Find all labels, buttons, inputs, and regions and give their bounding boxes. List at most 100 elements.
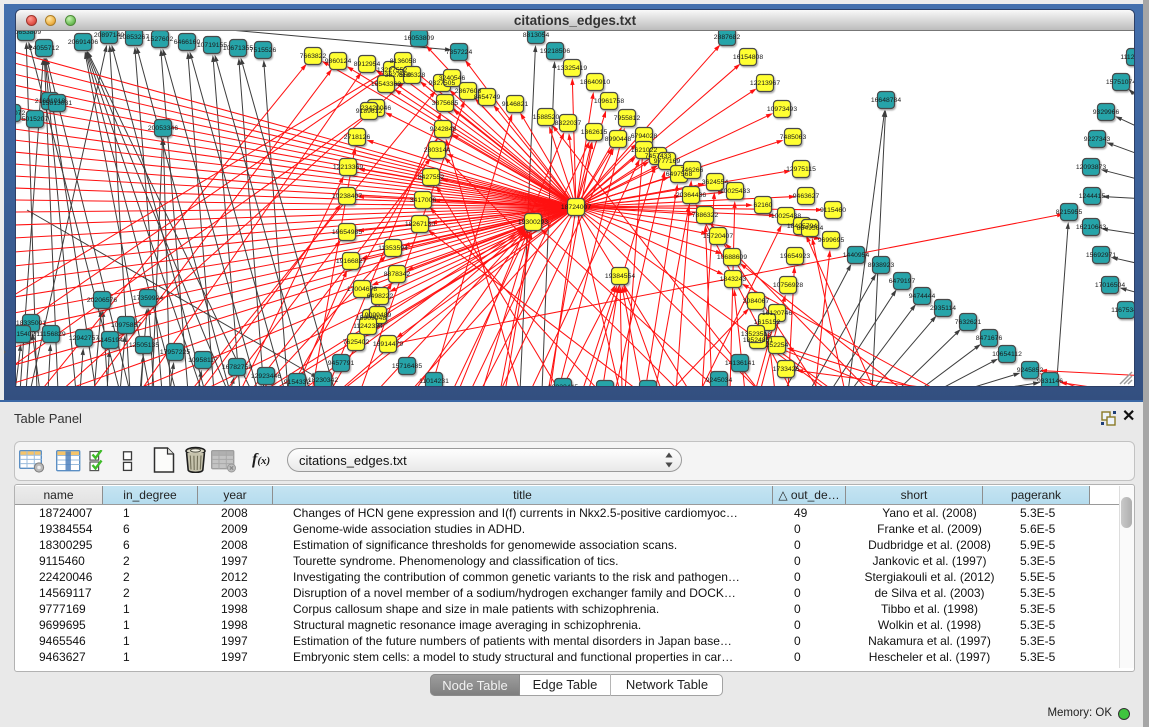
svg-text:12213967: 12213967 bbox=[750, 80, 780, 87]
svg-text:9154332: 9154332 bbox=[284, 379, 311, 386]
svg-text:20691406: 20691406 bbox=[68, 39, 98, 46]
svg-text:3417006: 3417006 bbox=[410, 197, 437, 204]
svg-text:2803144: 2803144 bbox=[424, 147, 451, 154]
svg-text:7625402: 7625402 bbox=[343, 339, 370, 346]
svg-text:18335001: 18335001 bbox=[16, 320, 46, 327]
svg-text:746266: 746266 bbox=[681, 167, 704, 174]
svg-text:8322037: 8322037 bbox=[555, 120, 582, 127]
svg-text:10025433: 10025433 bbox=[720, 188, 750, 195]
svg-text:15692971: 15692971 bbox=[1086, 252, 1116, 259]
svg-text:19218506: 19218506 bbox=[540, 48, 570, 55]
svg-text:16782759: 16782759 bbox=[222, 364, 252, 371]
svg-text:12942757: 12942757 bbox=[69, 335, 99, 342]
svg-text:16210643: 16210643 bbox=[1076, 224, 1106, 231]
svg-text:10653809: 10653809 bbox=[16, 31, 41, 36]
svg-text:12505135: 12505135 bbox=[129, 342, 159, 349]
svg-text:15716485: 15716485 bbox=[392, 363, 422, 370]
svg-text:12093873: 12093873 bbox=[1076, 164, 1106, 171]
svg-text:1615152: 1615152 bbox=[754, 319, 781, 326]
svg-text:11675348: 11675348 bbox=[1111, 307, 1134, 314]
svg-text:17016504: 17016504 bbox=[1095, 282, 1125, 289]
svg-text:10853267: 10853267 bbox=[119, 34, 149, 41]
svg-text:7955812: 7955812 bbox=[614, 115, 641, 122]
svg-text:1362615: 1362615 bbox=[581, 129, 608, 136]
svg-text:10671355: 10671355 bbox=[223, 45, 253, 52]
svg-text:62160: 62160 bbox=[754, 202, 773, 209]
svg-text:2718126: 2718126 bbox=[344, 134, 371, 141]
svg-text:14136141: 14136141 bbox=[725, 360, 755, 367]
svg-text:7515526: 7515526 bbox=[250, 47, 277, 54]
svg-text:10961758: 10961758 bbox=[594, 98, 624, 105]
svg-text:9146821: 9146821 bbox=[502, 101, 529, 108]
svg-text:20364436: 20364436 bbox=[676, 192, 706, 199]
svg-text:9457791: 9457791 bbox=[328, 360, 355, 367]
svg-text:16914479: 16914479 bbox=[373, 341, 403, 348]
svg-text:12213369: 12213369 bbox=[333, 164, 363, 171]
svg-text:20206576: 20206576 bbox=[87, 297, 117, 304]
svg-text:3875685: 3875685 bbox=[432, 100, 459, 107]
svg-text:7357224: 7357224 bbox=[446, 49, 473, 56]
svg-text:1733426: 1733426 bbox=[773, 366, 800, 373]
svg-text:11242334: 11242334 bbox=[353, 323, 383, 330]
svg-text:19654985: 19654985 bbox=[332, 229, 362, 236]
svg-text:10025438: 10025438 bbox=[771, 213, 801, 220]
svg-text:18230342: 18230342 bbox=[308, 377, 338, 384]
svg-text:3915402: 3915402 bbox=[16, 331, 35, 338]
svg-text:9699695: 9699695 bbox=[818, 237, 845, 244]
svg-text:10975857: 10975857 bbox=[111, 322, 141, 329]
svg-text:8878342: 8878342 bbox=[384, 271, 411, 278]
svg-text:9474444: 9474444 bbox=[909, 293, 936, 300]
svg-text:17004678: 17004678 bbox=[347, 286, 377, 293]
svg-text:15751074: 15751074 bbox=[1106, 79, 1134, 86]
svg-text:10756928: 10756928 bbox=[773, 282, 803, 289]
svg-text:1527602: 1527602 bbox=[147, 36, 174, 43]
svg-text:8849564: 8849564 bbox=[797, 225, 824, 232]
svg-text:9099489: 9099489 bbox=[365, 312, 392, 319]
svg-text:8938923: 8938923 bbox=[868, 262, 895, 269]
svg-text:18640910: 18640910 bbox=[580, 79, 610, 86]
svg-text:13325419: 13325419 bbox=[557, 65, 587, 72]
svg-text:11014231: 11014231 bbox=[419, 378, 449, 385]
svg-text:10654112: 10654112 bbox=[992, 351, 1022, 358]
svg-text:5015207: 5015207 bbox=[22, 116, 49, 123]
svg-text:9245034: 9245034 bbox=[706, 377, 733, 384]
svg-text:1440954: 1440954 bbox=[843, 252, 870, 259]
svg-text:8813054: 8813054 bbox=[523, 32, 550, 39]
svg-text:15813031: 15813031 bbox=[42, 100, 72, 107]
svg-text:8186328: 8186328 bbox=[399, 72, 426, 79]
svg-text:8136058: 8136058 bbox=[390, 58, 417, 65]
svg-text:2935114: 2935114 bbox=[930, 305, 956, 312]
svg-text:16823445: 16823445 bbox=[548, 384, 578, 386]
svg-text:9777169: 9777169 bbox=[654, 158, 681, 165]
svg-text:12975115: 12975115 bbox=[786, 166, 816, 173]
svg-text:9463627: 9463627 bbox=[793, 193, 820, 200]
svg-text:9331146: 9331146 bbox=[1037, 378, 1063, 385]
svg-text:6794028: 6794028 bbox=[631, 133, 658, 140]
svg-text:9245852: 9245852 bbox=[1017, 367, 1044, 374]
svg-text:8454749: 8454749 bbox=[474, 94, 501, 101]
svg-text:18724007: 18724007 bbox=[561, 204, 591, 211]
svg-text:13523513: 13523513 bbox=[741, 331, 771, 338]
svg-text:8990448: 8990448 bbox=[605, 136, 632, 143]
svg-text:17359924: 17359924 bbox=[133, 295, 163, 302]
svg-text:1145194: 1145194 bbox=[97, 337, 123, 344]
svg-text:16053809: 16053809 bbox=[404, 35, 434, 42]
svg-text:9860124: 9860124 bbox=[325, 58, 352, 65]
svg-text:16154808: 16154808 bbox=[733, 54, 763, 61]
svg-text:8471676: 8471676 bbox=[976, 335, 1003, 342]
svg-text:1843243: 1843243 bbox=[720, 276, 747, 283]
svg-text:16648784: 16648784 bbox=[871, 97, 901, 104]
svg-text:7886322: 7886322 bbox=[692, 212, 719, 219]
svg-text:6479197: 6479197 bbox=[889, 278, 916, 285]
svg-text:8215955: 8215955 bbox=[1056, 209, 1083, 216]
svg-text:8427552: 8427552 bbox=[418, 174, 445, 181]
svg-text:6498222: 6498222 bbox=[367, 293, 394, 300]
svg-text:3084067: 3084067 bbox=[743, 298, 770, 305]
svg-text:2887682: 2887682 bbox=[714, 34, 741, 41]
svg-text:9329966: 9329966 bbox=[1093, 109, 1120, 116]
svg-text:12923446: 12923446 bbox=[251, 373, 281, 380]
svg-text:1244415: 1244415 bbox=[1079, 193, 1106, 200]
svg-text:19166827: 19166827 bbox=[336, 258, 366, 265]
svg-text:18267130: 18267130 bbox=[405, 221, 435, 228]
svg-text:10973493: 10973493 bbox=[767, 106, 797, 113]
